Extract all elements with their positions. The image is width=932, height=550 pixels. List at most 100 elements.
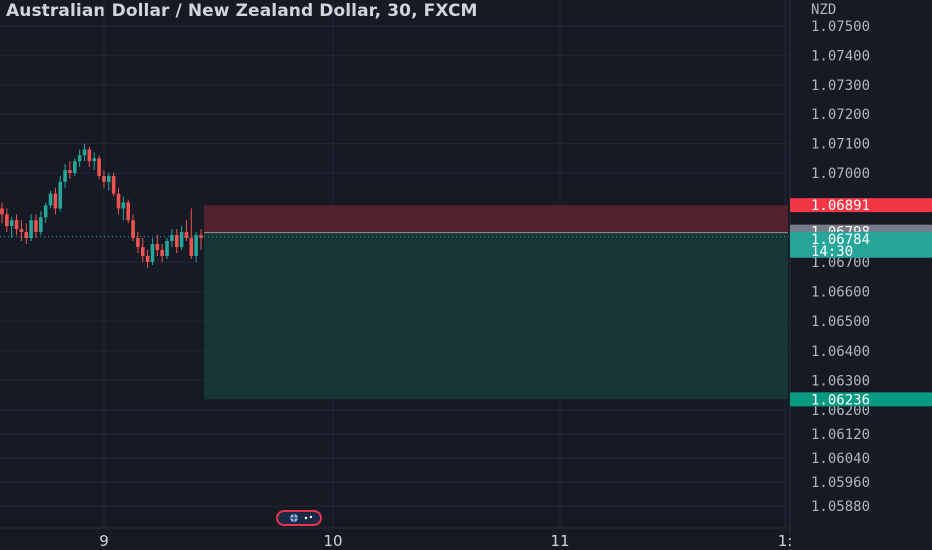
candle-body [150,244,155,262]
candle [155,235,160,256]
candle [29,214,33,241]
candle [165,238,169,259]
candle-body [189,238,194,256]
date-tick-label: 11 [550,532,569,550]
price-axis[interactable]: 1.07500 1.07400 1.07300 1.07200 1.07100 1.070… [811,19,870,515]
candle [9,217,14,238]
time-axis[interactable]: 9 10 11 1: [99,532,792,550]
candle-body [199,235,203,238]
candle [136,232,140,253]
candle-body [87,149,92,162]
candle-body [73,161,77,173]
candle-body [68,170,72,173]
candle [106,173,111,191]
candle [68,161,72,179]
candle-body [184,232,189,238]
candle [126,199,130,224]
candle-body [43,205,48,218]
date-tick-label: 1: [778,532,793,550]
candle-body [39,217,43,232]
candle-body [194,235,198,256]
candle-body [140,247,145,256]
candle [39,211,43,235]
candle [121,196,126,221]
candle-body [63,170,67,182]
position-zones[interactable] [0,205,789,400]
candle-body [165,241,169,256]
candle-body [131,220,135,238]
candle [97,155,101,179]
candle [43,202,48,224]
candle [58,175,63,212]
candle [5,208,9,232]
candle-body [34,220,38,232]
candle-body [155,244,160,250]
candle [111,173,116,197]
price-tick-label: 1.07000 [811,166,870,182]
broker-logo-icon[interactable] [276,510,322,526]
price-tick-label: 1.06500 [811,314,870,330]
candle [131,214,135,241]
candle-body [0,208,4,215]
candle-body [82,149,87,156]
price-tick-label: 1.06300 [811,373,870,389]
candle-body [116,193,121,209]
candle [174,229,179,253]
candle-body [145,256,150,262]
price-tick-label: 1.06400 [811,344,870,360]
candle [14,214,19,235]
stop-price-tag: 1.06891 [790,198,932,214]
price-tick-label: 1.07400 [811,48,870,64]
candle [63,164,67,188]
candle-body [53,193,58,209]
candle-body [19,229,24,232]
candle-body [160,250,164,256]
candle-body [29,220,33,238]
candle-body [92,158,97,162]
candle [82,143,87,162]
candle-body [126,202,130,221]
candle-body [14,220,19,230]
stop-loss-zone [204,205,788,233]
stop-price-tag-text: 1.06891 [811,198,870,214]
candle [189,208,194,259]
date-tick-label: 9 [99,532,109,550]
price-tick-label: 1.06120 [811,427,870,443]
candle [53,187,58,215]
candle [92,152,97,171]
candle-body [170,235,174,241]
candle-body [111,175,116,194]
candle [140,238,145,262]
candles [0,143,203,268]
last-price-tag-text: 14:30 [811,244,853,260]
candle [150,238,155,265]
candle [160,244,164,262]
price-tick-label: 1.05960 [811,475,870,491]
price-tick-label: 1.06600 [811,285,870,301]
candle [179,226,184,250]
candle [170,229,174,247]
price-tick-label: 1.06040 [811,451,870,467]
candle [184,220,189,241]
candle-body [179,232,184,247]
candle-body [106,175,111,182]
candle-body [121,202,126,209]
candle-body [58,181,63,209]
candle-body [97,158,101,176]
take-profit-zone [204,232,788,400]
candle-body [9,220,14,227]
candle-body [48,193,53,206]
candle-body [5,214,9,227]
candle [34,214,38,238]
candle [87,146,92,168]
target-price-tag: 1.06236 [790,392,932,408]
candle [48,190,53,209]
price-tick-label: 1.07500 [811,19,870,35]
candle-body [136,238,140,247]
price-tick-label: 1.07100 [811,137,870,153]
candle-body [174,235,179,247]
candle [0,202,4,224]
chart-canvas[interactable]: 1.07500 1.07400 1.07300 1.07200 1.07100 1.070… [0,0,932,550]
candle [24,223,29,244]
candle [77,149,82,168]
